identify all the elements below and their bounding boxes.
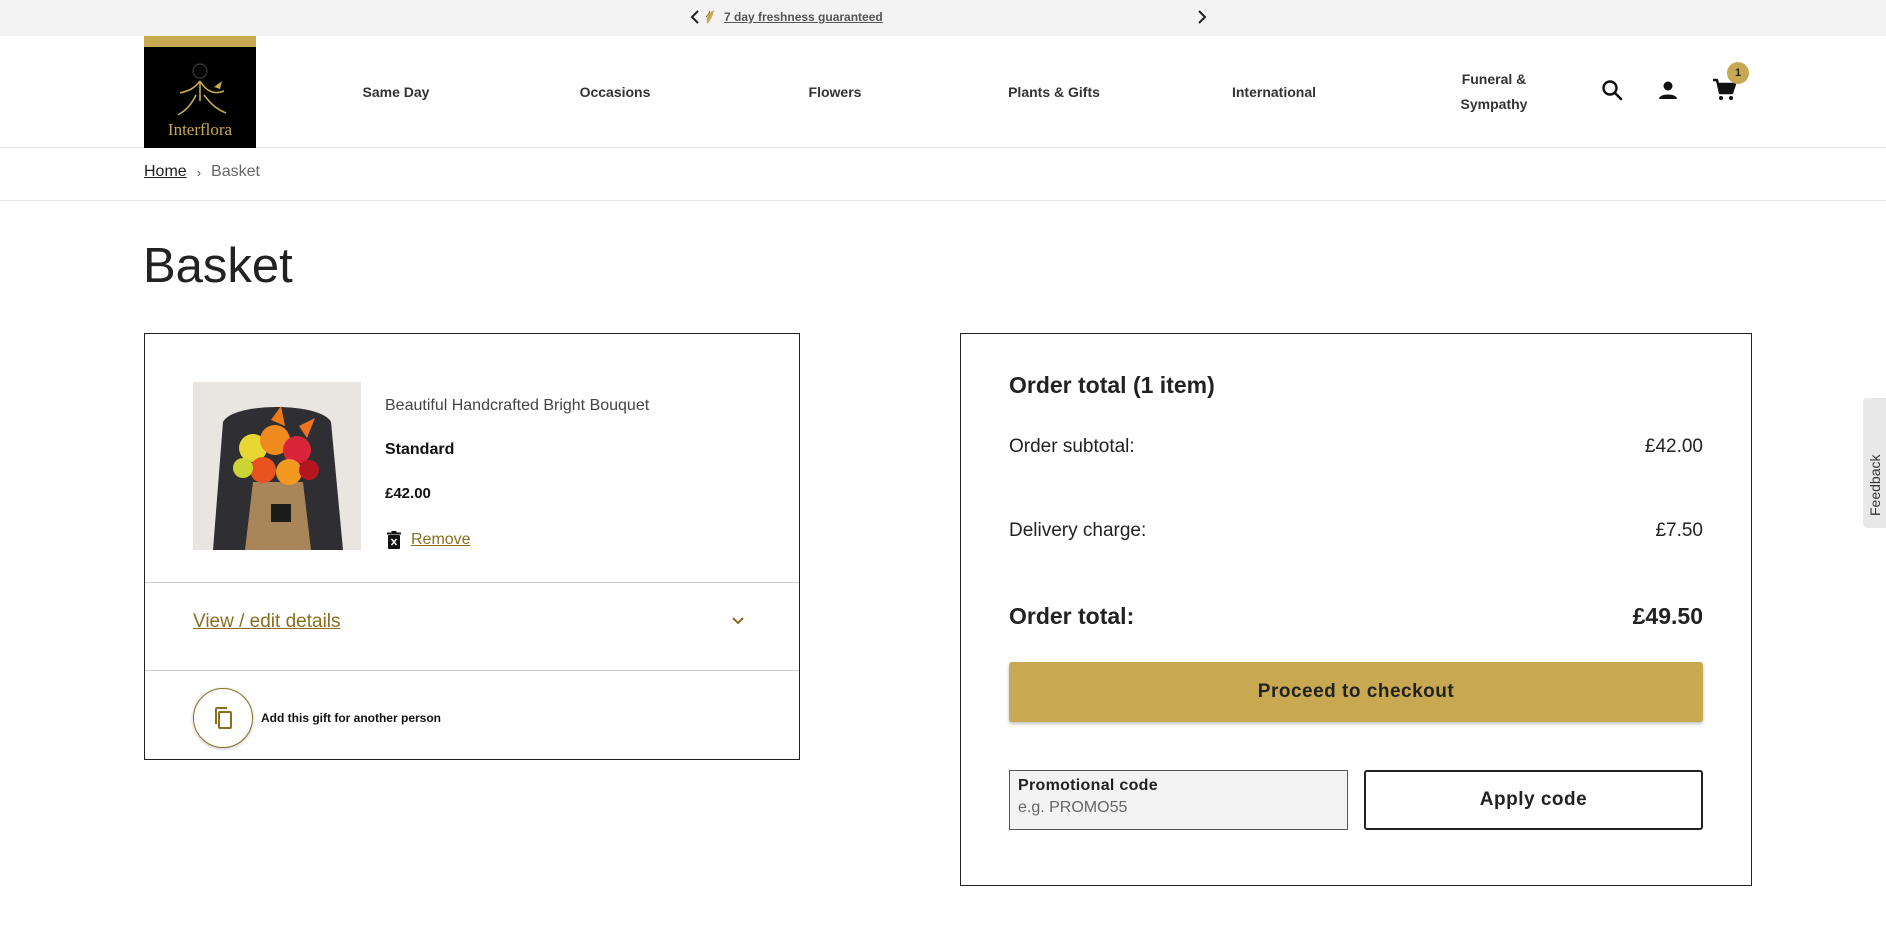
card-divider	[145, 670, 799, 671]
promo-bar: 7 day freshness guaranteed	[0, 0, 1886, 36]
feedback-label: Feedback	[1867, 454, 1883, 516]
view-edit-details-toggle[interactable]: View / edit details	[145, 582, 799, 670]
promo-code-field[interactable]: Promotional code	[1009, 770, 1348, 830]
promo-code-label: Promotional code	[1018, 777, 1158, 794]
proceed-to-checkout-button[interactable]: Proceed to checkout	[1009, 662, 1703, 722]
order-summary-card: Order total (1 item) Order subtotal: £42…	[960, 333, 1752, 886]
breadcrumb-separator: ›	[196, 164, 202, 180]
add-gift-label: Add this gift for another person	[261, 711, 441, 725]
nav-international[interactable]: International	[1214, 36, 1334, 148]
chevron-left-icon[interactable]	[688, 6, 702, 28]
delivery-row: Delivery charge: £7.50	[1009, 520, 1703, 542]
subtotal-row: Order subtotal: £42.00	[1009, 436, 1703, 458]
nav-flowers[interactable]: Flowers	[775, 36, 895, 148]
promo-link[interactable]: 7 day freshness guaranteed	[724, 10, 883, 24]
product-image[interactable]	[193, 382, 361, 550]
breadcrumb-current: Basket	[211, 163, 260, 180]
promo-message: 7 day freshness guaranteed	[704, 8, 883, 26]
product-size: Standard	[385, 441, 455, 458]
delivery-value: £7.50	[1655, 520, 1703, 541]
add-gift-another-person-button[interactable]: Add this gift for another person	[193, 688, 441, 748]
search-icon[interactable]	[1596, 74, 1628, 106]
nav-plants-gifts[interactable]: Plants & Gifts	[994, 36, 1114, 148]
nav-funeral-sympathy[interactable]: Funeral & Sympathy	[1434, 36, 1554, 148]
promo-code-input[interactable]	[1018, 799, 1339, 817]
nav-same-day[interactable]: Same Day	[336, 36, 456, 148]
view-edit-details-link[interactable]: View / edit details	[193, 611, 341, 633]
breadcrumb-home[interactable]: Home	[144, 163, 187, 181]
account-icon[interactable]	[1652, 74, 1684, 106]
page-title: Basket	[143, 239, 293, 293]
product-name: Beautiful Handcrafted Bright Bouquet	[385, 397, 650, 414]
order-total-row: Order total: £49.50	[1009, 603, 1703, 630]
chevron-right-icon[interactable]	[1194, 6, 1210, 28]
feedback-tab[interactable]: Feedback	[1863, 398, 1886, 528]
mercury-logo-icon	[177, 63, 227, 116]
nav-occasions[interactable]: Occasions	[555, 36, 675, 148]
basket-item-card: Beautiful Handcrafted Bright Bouquet Sta…	[144, 333, 800, 760]
interflora-logo[interactable]: Interflora	[144, 36, 256, 148]
site-header: Interflora Same Day Occasions Flowers Pl…	[0, 36, 1886, 148]
cart-count-badge: 1	[1727, 62, 1749, 84]
copy-icon	[193, 688, 253, 748]
remove-item-button[interactable]: Remove	[387, 531, 471, 549]
order-total-value: £49.50	[1632, 603, 1703, 629]
chevron-down-icon	[732, 617, 744, 625]
apply-code-button[interactable]: Apply code	[1364, 770, 1703, 830]
trash-icon	[387, 531, 401, 549]
order-total-label: Order total:	[1009, 603, 1135, 629]
logo-wordmark: Interflora	[167, 120, 233, 139]
leaf-icon	[704, 8, 716, 26]
remove-link[interactable]: Remove	[411, 531, 471, 549]
delivery-label: Delivery charge:	[1009, 520, 1147, 541]
product-price: £42.00	[385, 485, 431, 502]
order-summary-title: Order total (1 item)	[1009, 372, 1215, 398]
subtotal-value: £42.00	[1644, 436, 1703, 457]
breadcrumb: Home › Basket	[144, 163, 260, 181]
subtotal-label: Order subtotal:	[1009, 436, 1135, 457]
breadcrumb-divider	[0, 200, 1886, 201]
